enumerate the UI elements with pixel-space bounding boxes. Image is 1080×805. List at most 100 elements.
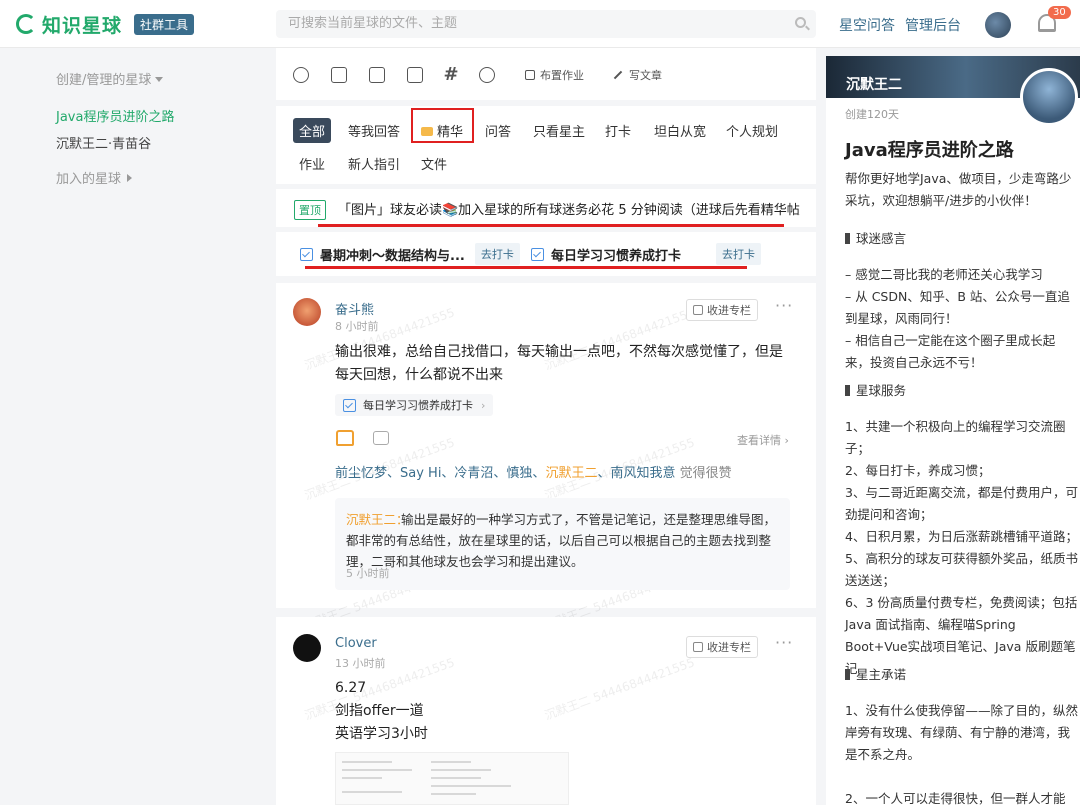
- annotation-underline: [305, 266, 747, 269]
- code-line: [431, 793, 476, 795]
- code-line: [342, 777, 382, 779]
- emoji-icon[interactable]: [293, 67, 309, 83]
- annotation-red-box: [411, 108, 474, 143]
- logo-icon: [16, 14, 36, 34]
- code-line: [431, 761, 471, 763]
- pinned-title[interactable]: 「图片」球友必读📚加入星球的所有球迷务必花 5 分钟阅读（进球后先看精华帖/..…: [338, 199, 800, 218]
- task-summer-sprint[interactable]: 暑期冲刺～数据结构与... 去打卡: [300, 240, 520, 268]
- filter-personal-plan[interactable]: 个人规划: [720, 118, 784, 143]
- write-article-button[interactable]: 写文章: [613, 67, 662, 83]
- hashtag-icon[interactable]: #: [443, 66, 459, 84]
- post-time: 13 小时前: [335, 657, 386, 670]
- search-icon[interactable]: [795, 17, 806, 28]
- chevron-right-icon: ›: [481, 398, 486, 412]
- view-detail-link[interactable]: 查看详情 ›: [737, 432, 789, 448]
- filter-all[interactable]: 全部: [293, 118, 332, 143]
- more-icon[interactable]: ···: [775, 296, 793, 315]
- created-planets-heading[interactable]: 创建/管理的星球: [56, 69, 164, 88]
- notification-badge: 30: [1048, 6, 1071, 19]
- search-input[interactable]: 可搜索当前星球的文件、主题: [276, 10, 816, 38]
- post-image-thumbnail[interactable]: [335, 752, 569, 805]
- post-line: 英语学习3小时: [335, 726, 428, 742]
- community-tools-badge[interactable]: 社群工具: [134, 13, 195, 35]
- more-icon[interactable]: ···: [775, 633, 793, 652]
- comment-time: 5 小时前: [346, 567, 390, 580]
- code-line: [431, 785, 511, 787]
- thumbs-up-icon[interactable]: [336, 430, 354, 446]
- write-article-label: 写文章: [629, 69, 662, 82]
- nav-star-qa[interactable]: 星空问答: [839, 15, 895, 35]
- filter-newbie-guide[interactable]: 新人指引: [342, 151, 406, 176]
- filter-qa[interactable]: 问答: [479, 118, 517, 143]
- section-heading-label: 球迷感言: [856, 231, 907, 246]
- task-title: 每日学习习惯养成打卡: [551, 248, 682, 264]
- section-heading: 球迷感言: [845, 228, 906, 247]
- post-line: 剑指offer一道: [335, 703, 424, 719]
- nav-admin[interactable]: 管理后台: [905, 15, 961, 35]
- sidebar-item-qingmiaogu[interactable]: 沉默王二·青苗谷: [56, 133, 151, 152]
- task-title: 暑期冲刺～数据结构与...: [320, 248, 465, 264]
- owner-avatar[interactable]: [1020, 68, 1078, 126]
- post-tag-label: 每日学习习惯养成打卡: [363, 399, 473, 412]
- post-tag[interactable]: 每日学习习惯养成打卡 ›: [335, 394, 494, 416]
- post-author[interactable]: 奋斗熊: [335, 299, 374, 318]
- code-line: [431, 777, 481, 779]
- checkin-button[interactable]: 去打卡: [716, 243, 762, 265]
- checkin-button[interactable]: 去打卡: [474, 243, 520, 265]
- chevron-right-icon: [127, 174, 133, 182]
- logo-text: 知识星球: [42, 14, 123, 37]
- view-detail-label: 查看详情: [737, 434, 781, 447]
- chevron-down-icon: [155, 77, 164, 82]
- homework-icon: [525, 70, 535, 80]
- sidebar-item-java-planet[interactable]: Java程序员进阶之路: [56, 106, 174, 125]
- filter-checkin[interactable]: 打卡: [599, 118, 637, 143]
- file-icon[interactable]: [369, 67, 385, 83]
- image-icon[interactable]: [331, 67, 347, 83]
- timer-icon[interactable]: [479, 67, 495, 83]
- filter-confession[interactable]: 坦白从宽: [648, 118, 712, 143]
- avatar[interactable]: [293, 298, 321, 326]
- filter-files[interactable]: 文件: [415, 151, 453, 176]
- liker-highlight[interactable]: 沉默王二: [545, 466, 597, 481]
- code-line: [342, 769, 412, 771]
- filter-homework[interactable]: 作业: [293, 151, 331, 176]
- post-author[interactable]: Clover: [335, 636, 377, 651]
- assign-homework-button[interactable]: 布置作业: [525, 67, 584, 83]
- post-time: 8 小时前: [335, 320, 379, 333]
- logo[interactable]: 知识星球 社群工具: [16, 12, 195, 37]
- post-line: 6.27: [335, 680, 367, 696]
- pen-icon: [613, 70, 623, 80]
- section-body: 1、共建一个积极向上的编程学习交流圈子； 2、每日打卡，养成习惯； 3、与二哥近…: [845, 419, 1078, 676]
- joined-planets-label: 加入的星球: [56, 172, 122, 187]
- checkbox-icon: [343, 398, 356, 412]
- comment-icon[interactable]: [373, 431, 389, 445]
- code-line: [431, 769, 491, 771]
- section-heading-label: 星主承诺: [856, 667, 907, 682]
- section-body: 1、没有什么使我停留——除了目的，纵然岸旁有玫瑰、有绿荫、有宁静的港湾，我是不系…: [845, 703, 1078, 805]
- comment-text: 输出是最好的一种学习方式了，不管是记笔记，还是整理思维导图，都非常的有总结性，放…: [346, 512, 777, 569]
- collect-button[interactable]: 收进专栏: [686, 299, 758, 321]
- likes-suffix: 觉得很赞: [675, 466, 732, 481]
- section-heading-label: 星球服务: [856, 383, 907, 398]
- code-line: [342, 761, 392, 763]
- code-line: [342, 791, 402, 793]
- likers-tail[interactable]: 、南风知我意: [597, 466, 675, 481]
- annotation-underline: [318, 224, 784, 227]
- task-daily-study[interactable]: 每日学习习惯养成打卡 去打卡: [531, 240, 762, 268]
- collect-button[interactable]: 收进专栏: [686, 636, 758, 658]
- filter-waiting-answer[interactable]: 等我回答: [342, 118, 406, 143]
- section-heading: 星球服务: [845, 380, 906, 399]
- user-avatar[interactable]: [985, 12, 1011, 38]
- pinned-badge: 置顶: [294, 200, 326, 220]
- section-body: – 感觉二哥比我的老师还关心我学习 – 从 CSDN、知乎、B 站、公众号一直追…: [845, 267, 1070, 370]
- planet-intro: 帮你更好地学Java、做项目，少走弯路少采坑，欢迎想躺平/进步的小伙伴！: [845, 171, 1072, 208]
- post-content: 输出很难，总给自己找借口，每天输出一点吧，不然每次感觉懂了，但是每天回想，什么都…: [335, 344, 783, 383]
- section-heading: 星主承诺: [845, 664, 906, 683]
- filter-owner-only[interactable]: 只看星主: [527, 118, 591, 143]
- joined-planets-heading[interactable]: 加入的星球: [56, 168, 133, 187]
- owner-name[interactable]: 沉默王二: [846, 74, 902, 94]
- likers[interactable]: 前尘忆梦、Say Hi、冷青沼、慎独、: [335, 466, 545, 481]
- assign-homework-label: 布置作业: [540, 69, 584, 82]
- avatar[interactable]: [293, 634, 321, 662]
- video-icon[interactable]: [407, 67, 423, 83]
